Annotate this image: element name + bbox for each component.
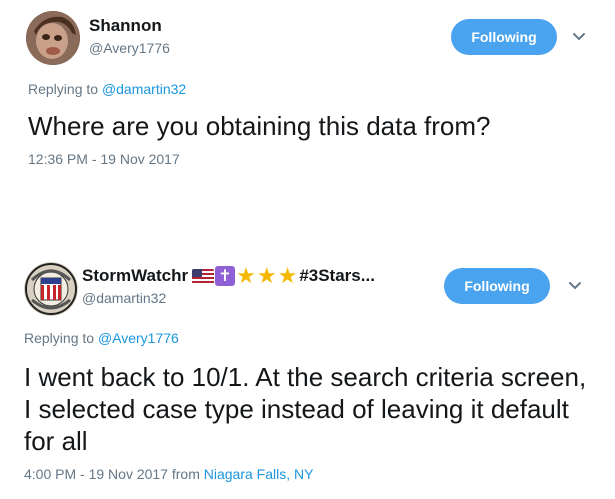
replying-to: Replying to @damartin32 bbox=[28, 81, 186, 97]
reply-prefix: Replying to bbox=[28, 81, 102, 97]
replying-to: Replying to @Avery1776 bbox=[24, 330, 179, 346]
tweet-text: I went back to 10/1. At the search crite… bbox=[24, 362, 587, 456]
tweet-timestamp[interactable]: 4:00 PM - 19 Nov 2017 from bbox=[24, 466, 204, 482]
display-name[interactable]: StormWatchr bbox=[82, 266, 188, 286]
reply-mention-link[interactable]: @damartin32 bbox=[102, 81, 186, 97]
chevron-down-icon[interactable] bbox=[568, 281, 582, 291]
chevron-down-icon[interactable] bbox=[572, 32, 586, 42]
us-flag-icon bbox=[192, 268, 215, 284]
tweet-1: Shannon @Avery1776 Following Replying to… bbox=[0, 0, 615, 240]
tweet-2: StormWatchr ✝ ★ ★ ★ #3Stars... @damartin… bbox=[0, 250, 615, 499]
latin-cross-icon: ✝ bbox=[215, 266, 236, 286]
star-icon: ★ bbox=[236, 263, 256, 288]
tweet-timestamp-row: 4:00 PM - 19 Nov 2017 from Niagara Falls… bbox=[24, 466, 313, 482]
user-handle[interactable]: @damartin32 bbox=[82, 290, 166, 306]
tweet-timestamp[interactable]: 12:36 PM - 19 Nov 2017 bbox=[28, 151, 180, 167]
avatar[interactable] bbox=[26, 11, 80, 65]
following-button[interactable]: Following bbox=[451, 19, 557, 55]
star-icon: ★ bbox=[256, 263, 277, 288]
tweet-text: Where are you obtaining this data from? bbox=[28, 111, 491, 141]
name-emojis: ✝ ★ ★ ★ #3Stars... bbox=[192, 263, 375, 288]
user-handle[interactable]: @Avery1776 bbox=[89, 40, 170, 56]
following-button[interactable]: Following bbox=[444, 268, 550, 304]
reply-mention-link[interactable]: @Avery1776 bbox=[98, 330, 179, 346]
display-name-row[interactable]: StormWatchr ✝ ★ ★ ★ #3Stars... bbox=[82, 263, 375, 288]
display-name[interactable]: Shannon bbox=[89, 16, 162, 36]
reply-prefix: Replying to bbox=[24, 330, 98, 346]
star-icon: ★ bbox=[277, 263, 298, 288]
location-link[interactable]: Niagara Falls, NY bbox=[204, 466, 314, 482]
name-suffix: #3Stars... bbox=[299, 266, 375, 285]
avatar[interactable] bbox=[24, 262, 78, 316]
